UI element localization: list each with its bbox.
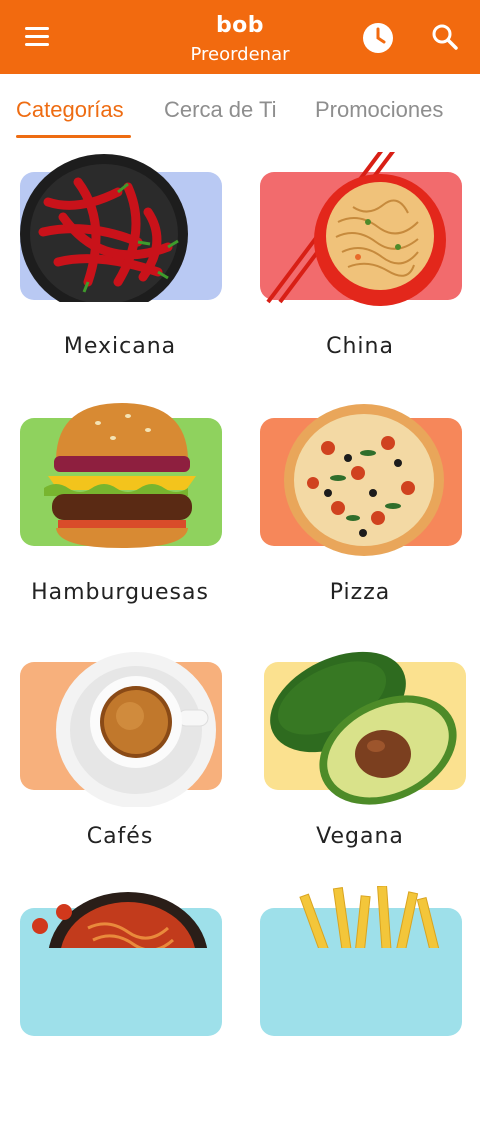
brand-logo: bob xyxy=(215,13,265,38)
category-card-cafes[interactable]: Cafés xyxy=(18,652,248,894)
active-tab-indicator xyxy=(16,135,131,138)
tab-promociones[interactable]: Promociones xyxy=(315,96,443,124)
category-card-china[interactable]: China xyxy=(258,152,480,404)
avocado-image xyxy=(270,651,457,805)
category-label: Pizza xyxy=(329,580,391,605)
page-title: Preordenar xyxy=(190,44,290,65)
category-tabs: Categorías Cerca de Ti Promociones xyxy=(0,74,480,140)
category-card-hamburguesas[interactable]: Hamburguesas xyxy=(18,403,248,650)
category-label: China xyxy=(326,334,394,359)
tab-categorias[interactable]: Categorías xyxy=(16,96,124,124)
coffee-cup-image xyxy=(56,652,216,807)
pasta-image xyxy=(32,892,208,948)
app-bar: bob Preordenar xyxy=(0,0,480,74)
category-label: Cafés xyxy=(86,824,154,849)
tab-cerca-de-ti[interactable]: Cerca de Ti xyxy=(164,96,277,124)
burger-image xyxy=(44,403,196,548)
category-card-fries[interactable] xyxy=(258,886,480,1140)
category-card-mexicana[interactable]: Mexicana xyxy=(18,154,248,404)
chili-peppers-image xyxy=(20,154,188,302)
category-card-pizza[interactable]: Pizza xyxy=(258,404,480,650)
category-label: Mexicana xyxy=(63,334,177,359)
noodle-bowl-image xyxy=(266,152,446,306)
search-icon[interactable] xyxy=(431,23,459,51)
category-card-pasta[interactable] xyxy=(18,892,248,1140)
pizza-image xyxy=(284,404,444,556)
category-label: Vegana xyxy=(316,824,404,849)
category-label: Hamburguesas xyxy=(31,580,209,605)
fries-image xyxy=(299,886,441,948)
clock-icon[interactable] xyxy=(362,22,394,54)
category-card-vegana[interactable]: Vegana xyxy=(258,651,480,894)
